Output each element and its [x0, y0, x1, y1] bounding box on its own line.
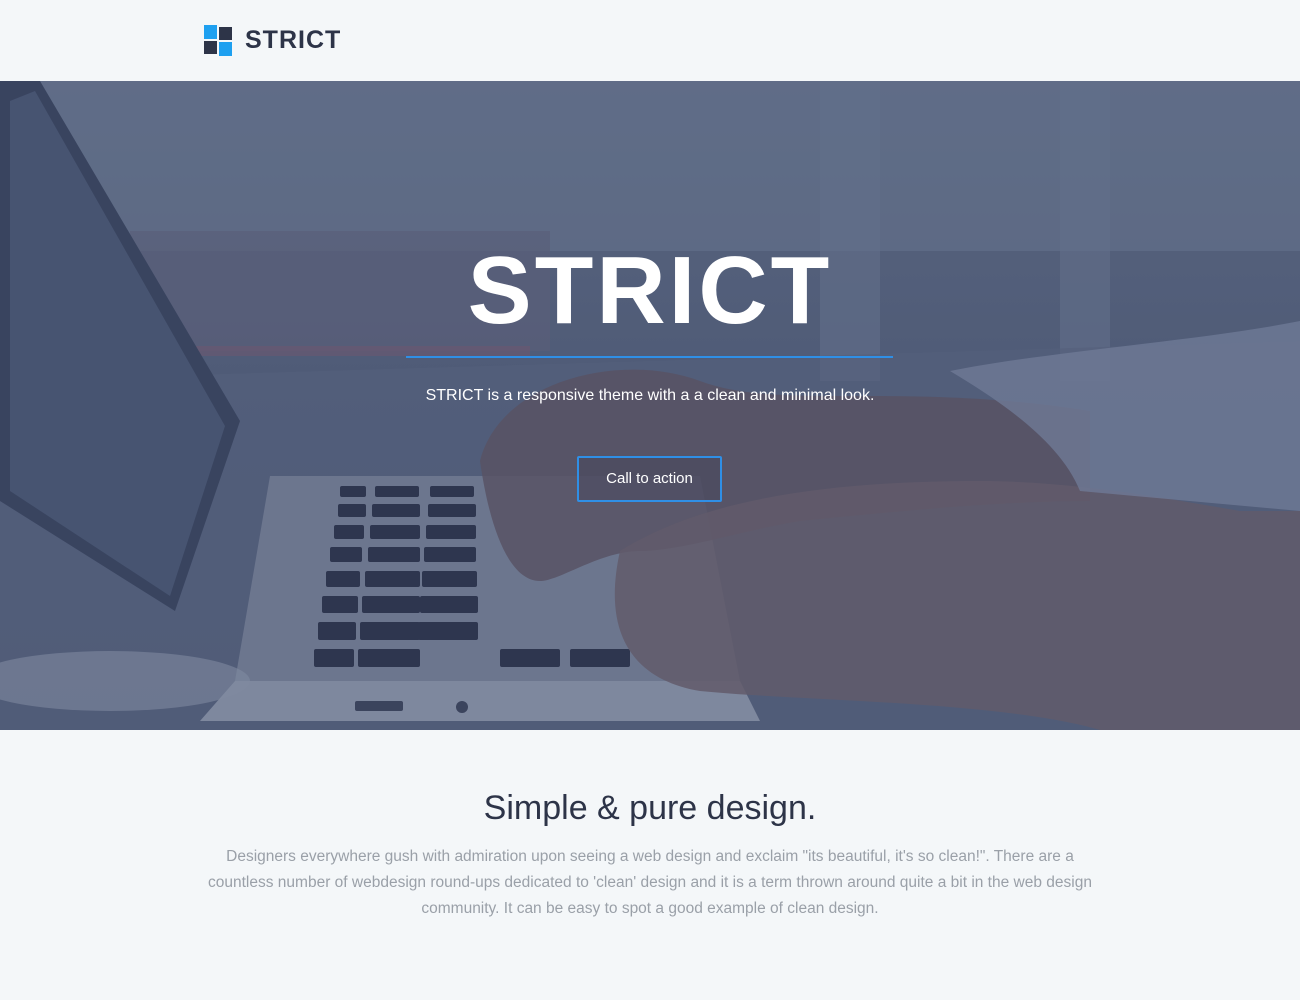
four-squares-logo-icon [204, 25, 233, 56]
brand-name: STRICT [245, 26, 342, 54]
site-header: STRICT [0, 0, 1300, 81]
hero-banner: STRICT STRICT is a responsive theme with… [0, 81, 1300, 730]
intro-section: Simple & pure design. Designers everywhe… [0, 730, 1300, 1000]
section-body: Designers everywhere gush with admiratio… [208, 848, 1092, 917]
section-title: Simple & pure design. [483, 789, 817, 827]
hero-subtitle: STRICT is a responsive theme with a a cl… [425, 387, 875, 404]
hero-title: STRICT [467, 237, 833, 344]
hero-divider [406, 356, 893, 358]
call-to-action-button[interactable]: Call to action [577, 456, 722, 502]
brand-logo-link[interactable]: STRICT [204, 25, 341, 56]
